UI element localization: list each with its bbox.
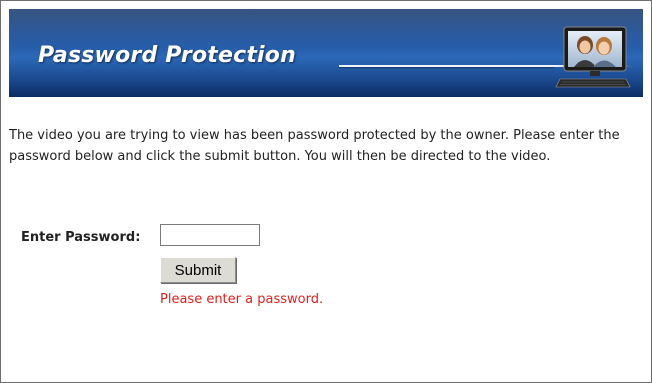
page-frame: Password Protection The video you are tr… bbox=[0, 0, 652, 383]
intro-text: The video you are trying to view has bee… bbox=[9, 128, 620, 164]
page-title: Password Protection bbox=[38, 43, 296, 68]
password-label: Enter Password: bbox=[21, 230, 141, 245]
password-field[interactable] bbox=[160, 224, 260, 246]
header-banner: Password Protection bbox=[9, 9, 643, 97]
submit-button[interactable]: Submit bbox=[160, 257, 236, 283]
error-message: Please enter a password. bbox=[160, 292, 324, 307]
banner-divider bbox=[339, 65, 554, 67]
monitor-with-video-chat-icon bbox=[555, 26, 631, 88]
